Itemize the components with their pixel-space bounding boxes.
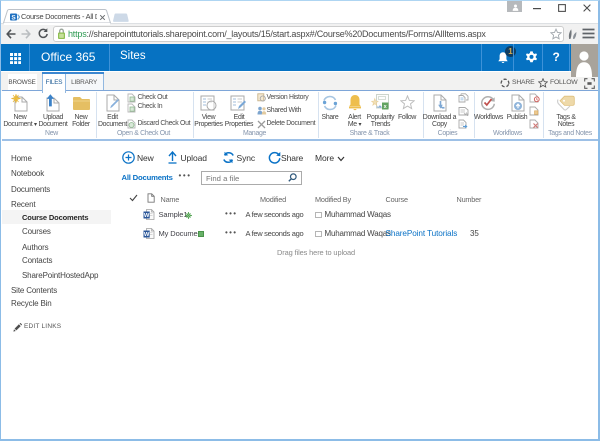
svg-text:W: W	[143, 232, 149, 238]
svg-text:W: W	[143, 213, 149, 219]
